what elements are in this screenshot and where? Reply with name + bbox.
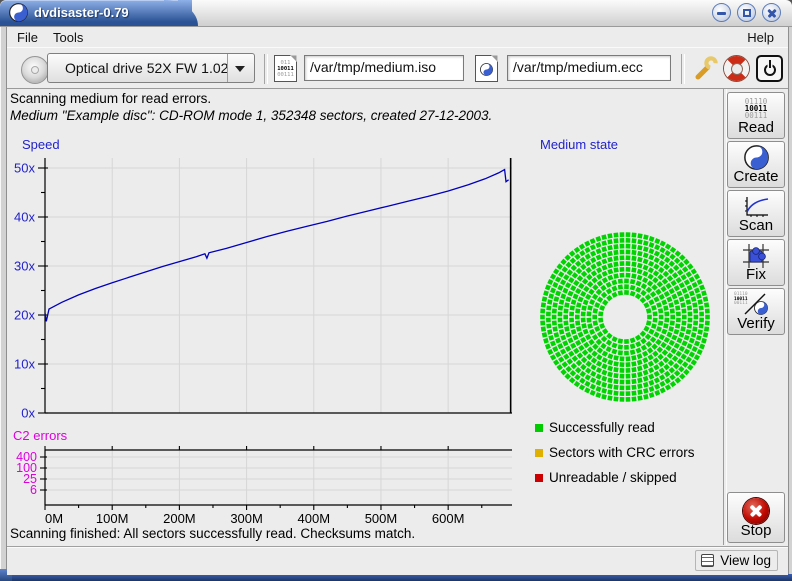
fix-button[interactable]: Fix	[727, 239, 785, 286]
iso-file-icon: 0111001100111	[274, 55, 297, 82]
maximize-button[interactable]	[737, 3, 756, 22]
svg-text:600M: 600M	[432, 511, 465, 526]
svg-text:50x: 50x	[14, 161, 35, 176]
log-list-icon	[701, 554, 714, 567]
preferences-wrench-icon[interactable]	[692, 55, 719, 82]
dvdisaster-window: dvdisaster-0.79 File Tools Help Optical …	[0, 0, 792, 581]
menu-tools[interactable]: Tools	[49, 30, 87, 45]
window-frame-left	[0, 27, 7, 574]
legend-item-ok: Successfully read	[535, 420, 655, 434]
minimize-button[interactable]	[712, 3, 731, 22]
verify-button[interactable]: 011101001100111 Verify	[727, 288, 785, 335]
drive-selector-value: Optical drive 52X FW 1.02	[65, 60, 228, 76]
maximize-icon	[743, 9, 751, 17]
toolbar-separator	[264, 54, 268, 84]
red-square-icon	[535, 474, 543, 482]
window-title: dvdisaster-0.79	[34, 5, 129, 20]
close-button[interactable]	[762, 3, 781, 22]
svg-text:0M: 0M	[45, 511, 63, 526]
yellow-square-icon	[535, 449, 543, 457]
menu-file[interactable]: File	[13, 30, 42, 45]
bottombar: View log	[7, 546, 788, 575]
optical-disc-icon	[21, 56, 49, 84]
stop-button[interactable]: Stop	[727, 492, 785, 543]
chevron-down-icon[interactable]	[227, 54, 254, 82]
drive-selector[interactable]: Optical drive 52X FW 1.02	[47, 53, 255, 83]
scan-button[interactable]: Scan	[727, 190, 785, 237]
svg-text:30x: 30x	[14, 259, 35, 274]
green-square-icon	[535, 424, 543, 432]
create-button[interactable]: Create	[727, 141, 785, 188]
svg-text:300M: 300M	[230, 511, 263, 526]
svg-text:20x: 20x	[14, 308, 35, 323]
minimize-icon	[717, 12, 726, 15]
svg-text:40x: 40x	[14, 210, 35, 225]
menu-help[interactable]: Help	[743, 30, 778, 45]
svg-text:100M: 100M	[96, 511, 129, 526]
view-log-button[interactable]: View log	[695, 550, 778, 571]
quit-power-button[interactable]	[756, 55, 783, 82]
help-lifebelt-icon[interactable]	[723, 55, 750, 82]
menubar: File Tools Help	[7, 27, 788, 47]
svg-text:0x: 0x	[21, 406, 35, 421]
iso-path-input[interactable]: /var/tmp/medium.iso	[304, 55, 464, 81]
read-button[interactable]: 011101001100111 Read	[727, 92, 785, 139]
svg-text:200M: 200M	[163, 511, 196, 526]
window-frame-bottom	[0, 574, 792, 581]
ecc-path-input[interactable]: /var/tmp/medium.ecc	[507, 55, 671, 81]
yinyang-icon	[744, 145, 769, 170]
result-status-text: Scanning finished: All sectors successfu…	[10, 526, 415, 541]
app-yinyang-icon	[9, 3, 28, 22]
svg-text:500M: 500M	[365, 511, 398, 526]
titlebar-tab-swoosh	[164, 0, 198, 26]
svg-text:400M: 400M	[298, 511, 331, 526]
window-frame-right	[788, 27, 792, 574]
binary-icon: 011101001100111	[728, 98, 784, 119]
legend-item-unreadable: Unreadable / skipped	[535, 470, 677, 484]
toolbar: Optical drive 52X FW 1.02 0111001100111 …	[7, 47, 788, 89]
svg-text:10x: 10x	[14, 357, 35, 372]
titlebar[interactable]: dvdisaster-0.79	[0, 0, 792, 27]
stop-x-icon	[743, 498, 769, 524]
svg-text:400: 400	[16, 450, 37, 464]
medium-state-disc	[538, 230, 712, 404]
toolbar-separator2	[681, 54, 685, 84]
ecc-file-icon	[475, 55, 498, 82]
legend-item-crc: Sectors with CRC errors	[535, 445, 695, 459]
main-area: Scanning medium for read errors. Medium …	[7, 89, 723, 545]
